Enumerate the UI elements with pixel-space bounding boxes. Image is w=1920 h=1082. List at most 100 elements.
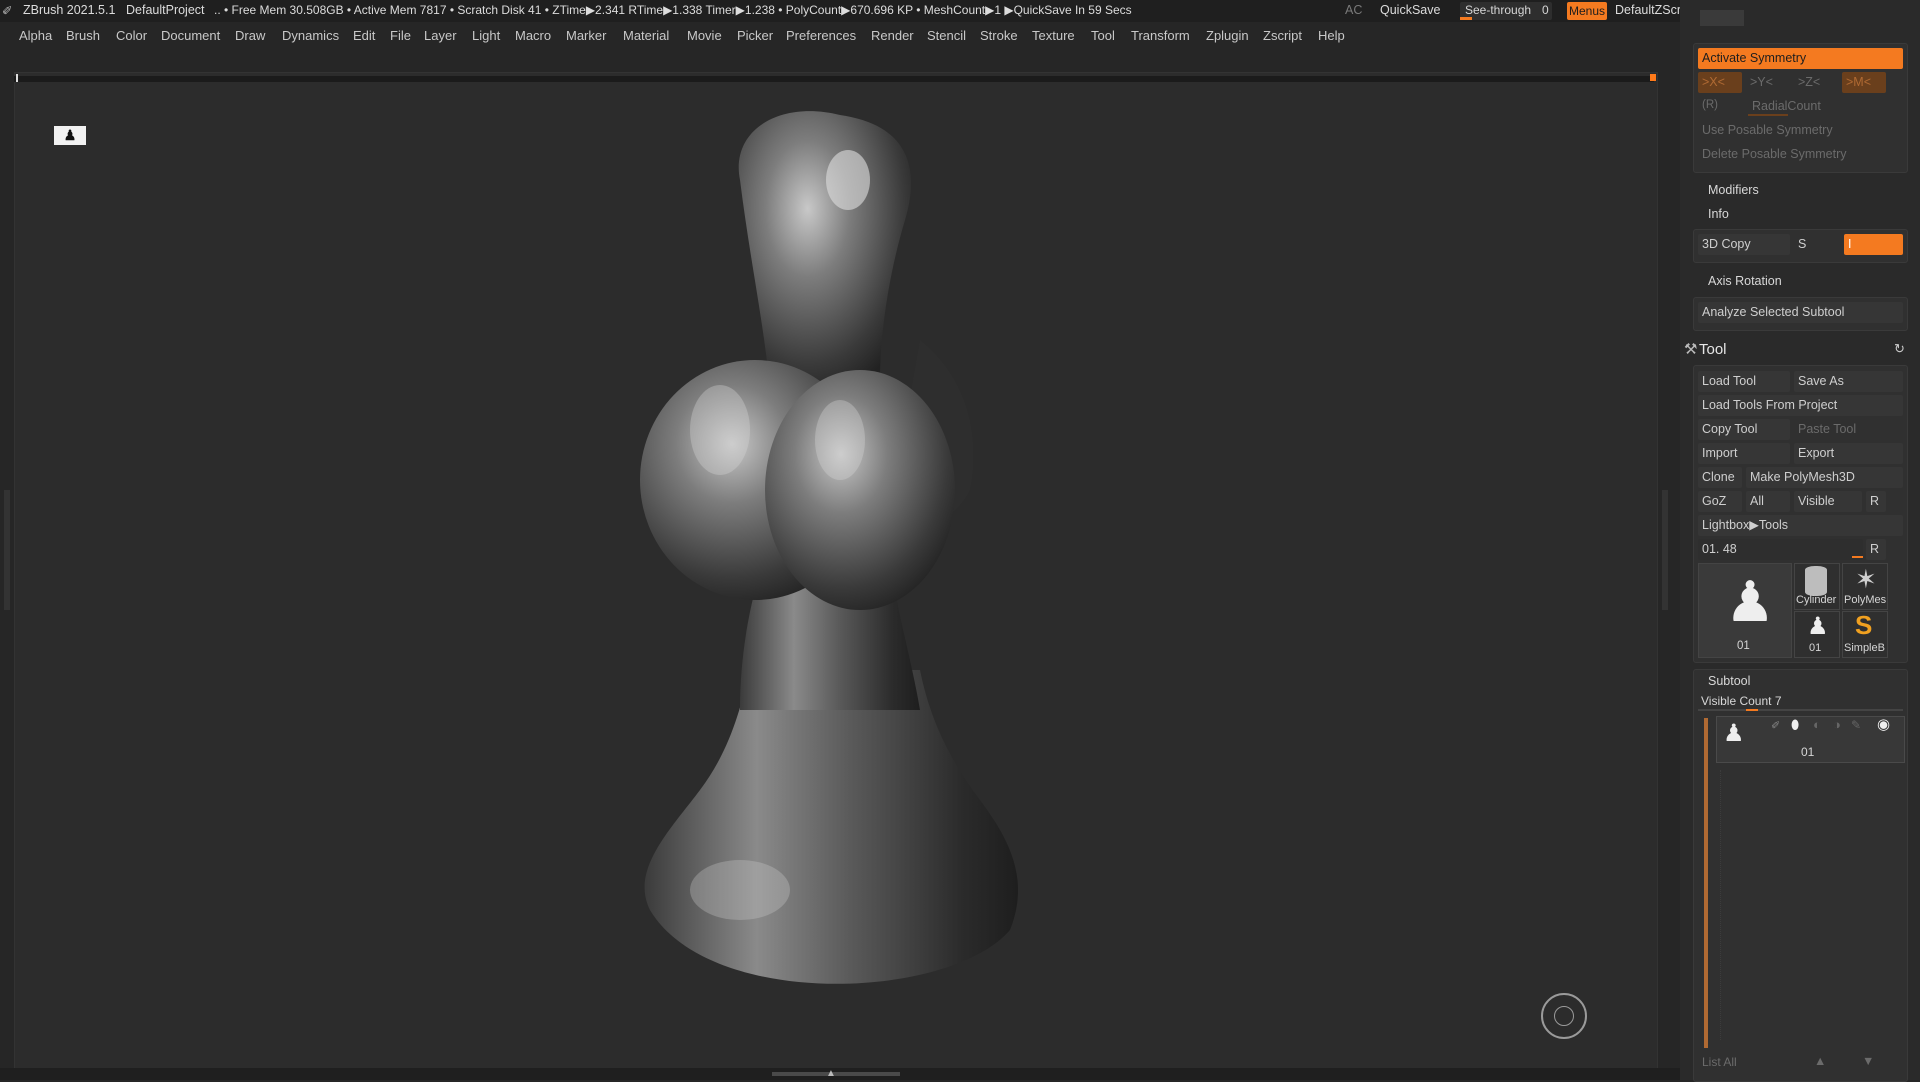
use-posable-symmetry-button[interactable]: Use Posable Symmetry [1698, 120, 1903, 141]
menu-picker[interactable]: Picker [737, 28, 773, 43]
lightbox-tools-button[interactable]: Lightbox▶Tools [1698, 515, 1903, 536]
subtool-visibility-eye-icon[interactable]: ◉ [1877, 715, 1890, 733]
symmetry-y-button[interactable]: >Y< [1746, 72, 1790, 93]
tool-palette-icon: ⚒ [1684, 341, 1698, 358]
menu-alpha[interactable]: Alpha [19, 28, 52, 43]
paste-tool-button[interactable]: Paste Tool [1794, 419, 1903, 440]
tool-thumb-main-label: 01 [1737, 640, 1750, 652]
load-tools-from-project-button[interactable]: Load Tools From Project [1698, 395, 1903, 416]
tool-thumb-simplebrush[interactable]: S SimpleB [1842, 610, 1888, 658]
floor-icon[interactable]: ♟ [54, 126, 86, 145]
modifiers-header[interactable]: Modifiers [1708, 183, 1759, 197]
right-tray-handle[interactable] [1662, 490, 1668, 610]
tool-palette-title[interactable]: Tool [1699, 341, 1727, 358]
title-bar: ✐ ZBrush 2021.5.1 DefaultProject .. • Fr… [0, 0, 1920, 22]
subtool-item[interactable]: ♟ ✐ ⬮ ◐ ◑ ✎ ◉ 01 [1716, 716, 1905, 763]
delete-posable-symmetry-button[interactable]: Delete Posable Symmetry [1698, 144, 1903, 165]
move-up-icon[interactable]: ▲ [1814, 1054, 1826, 1068]
make-polymesh3d-button[interactable]: Make PolyMesh3D [1746, 467, 1903, 488]
menu-help[interactable]: Help [1318, 28, 1345, 43]
bottom-tray-handle[interactable] [772, 1072, 900, 1076]
menu-tool[interactable]: Tool [1091, 28, 1115, 43]
left-tray-handle[interactable] [4, 490, 10, 610]
menu-layer[interactable]: Layer [424, 28, 457, 43]
menu-color[interactable]: Color [116, 28, 147, 43]
tool-thumb-cylinder[interactable]: Cylinder [1794, 563, 1840, 610]
tool-slider[interactable]: 01. 48 [1698, 539, 1863, 560]
analyze-selected-subtool-button[interactable]: Analyze Selected Subtool [1698, 302, 1903, 323]
tool-slider-r-button[interactable]: R [1866, 539, 1886, 560]
tool-thumb-polymesh[interactable]: ✶ PolyMes [1842, 563, 1888, 610]
menus-button[interactable]: Menus [1567, 2, 1607, 20]
tool-thumb-main[interactable]: ♟ 01 [1698, 563, 1792, 658]
menu-edit[interactable]: Edit [353, 28, 375, 43]
symmetry-z-button[interactable]: >Z< [1794, 72, 1838, 93]
load-tool-button[interactable]: Load Tool [1698, 371, 1790, 392]
symmetry-m-button[interactable]: >M< [1842, 72, 1886, 93]
list-all-button[interactable]: List All [1702, 1055, 1737, 1069]
3d-copy-button[interactable]: 3D Copy [1698, 234, 1790, 255]
move-down-icon[interactable]: ▼ [1862, 1054, 1874, 1068]
subtool-toggle-icon[interactable]: ⬮ [1791, 717, 1799, 733]
menu-material[interactable]: Material [623, 28, 669, 43]
model-highlight [826, 150, 870, 210]
subtool-dynamic-icon[interactable]: ◑ [1833, 717, 1841, 732]
save-as-button[interactable]: Save As [1794, 371, 1903, 392]
menu-draw[interactable]: Draw [235, 28, 265, 43]
menu-preferences[interactable]: Preferences [786, 28, 856, 43]
tool-refresh-icon[interactable]: ↻ [1894, 341, 1905, 357]
subtool-empty-slots [1720, 770, 1901, 1040]
menu-light[interactable]: Light [472, 28, 500, 43]
sculpt-model[interactable] [590, 110, 1060, 1010]
symmetry-r-button[interactable]: (R) [1702, 99, 1718, 111]
menu-file[interactable]: File [390, 28, 411, 43]
tool-thumb-simplebrush-label: SimpleB [1844, 642, 1885, 654]
3d-copy-i-slider[interactable]: I [1844, 234, 1903, 255]
menu-zplugin[interactable]: Zplugin [1206, 28, 1249, 43]
visible-count-slider[interactable]: Visible Count 7 [1701, 694, 1782, 708]
menu-stencil[interactable]: Stencil [927, 28, 966, 43]
model-head [738, 111, 912, 390]
tool-thumb-small[interactable]: ♟ 01 [1794, 611, 1840, 658]
export-button[interactable]: Export [1794, 443, 1903, 464]
menu-brush[interactable]: Brush [66, 28, 100, 43]
simplebrush-icon: S [1855, 610, 1873, 640]
copy-tool-button[interactable]: Copy Tool [1698, 419, 1790, 440]
subtool-polyframe-icon[interactable]: ◐ [1813, 717, 1821, 732]
import-button[interactable]: Import [1698, 443, 1790, 464]
menu-render[interactable]: Render [871, 28, 914, 43]
panel-scroll-top[interactable] [1700, 10, 1744, 26]
menu-marker[interactable]: Marker [566, 28, 606, 43]
rotate-gizmo[interactable] [1541, 993, 1587, 1039]
menu-transform[interactable]: Transform [1131, 28, 1190, 43]
info-header[interactable]: Info [1708, 207, 1729, 221]
goz-all-button[interactable]: All [1746, 491, 1790, 512]
activate-symmetry-button[interactable]: Activate Symmetry [1698, 48, 1903, 69]
subtool-brush-icon[interactable]: ✐ [1771, 719, 1780, 732]
goz-button[interactable]: GoZ [1698, 491, 1742, 512]
menu-stroke[interactable]: Stroke [980, 28, 1018, 43]
right-panel: Activate Symmetry >X< >Y< >Z< >M< (R) Ra… [1680, 0, 1920, 1082]
goz-r-button[interactable]: R [1866, 491, 1886, 512]
menu-dynamics[interactable]: Dynamics [282, 28, 339, 43]
seethrough-value: 0 [1542, 3, 1549, 17]
subtool-scrollbar[interactable] [1704, 718, 1708, 1048]
clone-button[interactable]: Clone [1698, 467, 1742, 488]
3d-copy-s-button[interactable]: S [1794, 234, 1842, 255]
quicksave-button[interactable]: QuickSave [1380, 3, 1440, 17]
bottom-tray-arrow-icon[interactable]: ▲ [826, 1068, 836, 1079]
ac-label[interactable]: AC [1345, 3, 1362, 17]
status-stats: .. • Free Mem 30.508GB • Active Mem 7817… [214, 3, 1132, 17]
subtool-edit-icon[interactable]: ✎ [1851, 718, 1861, 732]
goz-visible-button[interactable]: Visible [1794, 491, 1862, 512]
menu-macro[interactable]: Macro [515, 28, 551, 43]
menu-movie[interactable]: Movie [687, 28, 722, 43]
menu-texture[interactable]: Texture [1032, 28, 1075, 43]
seethrough-slider[interactable]: See-through 0 [1460, 2, 1552, 20]
menu-zscript[interactable]: Zscript [1263, 28, 1302, 43]
tool-thumb-polymesh-label: PolyMes [1844, 594, 1887, 606]
subtool-header[interactable]: Subtool [1708, 674, 1750, 688]
menu-document[interactable]: Document [161, 28, 220, 43]
axis-rotation-header[interactable]: Axis Rotation [1708, 274, 1782, 288]
symmetry-x-button[interactable]: >X< [1698, 72, 1742, 93]
